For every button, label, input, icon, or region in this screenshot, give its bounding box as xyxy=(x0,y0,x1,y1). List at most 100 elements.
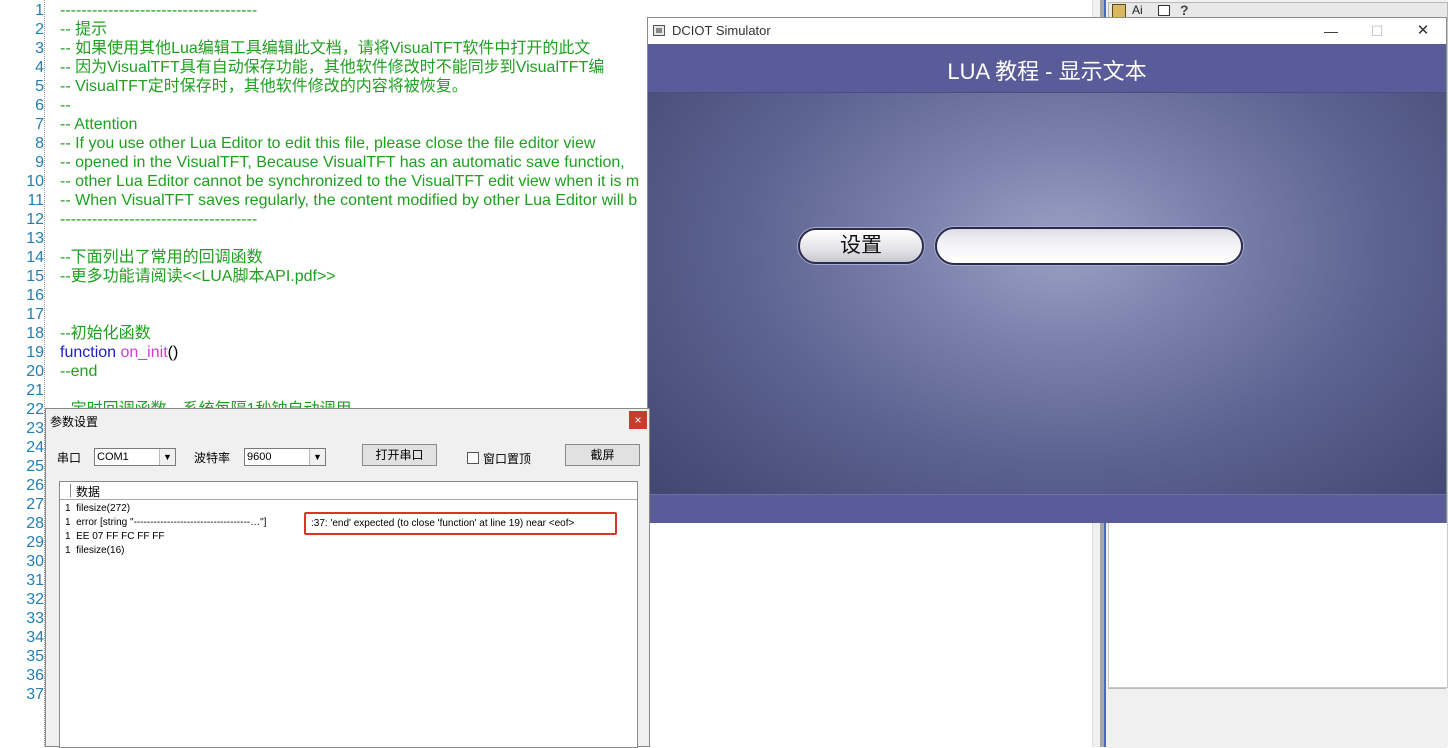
line-number: 24 xyxy=(26,439,44,456)
screen-footer xyxy=(648,494,1446,523)
code-token: --更多功能请阅读<<LUA脚本API.pdf>> xyxy=(60,268,336,285)
log-column-header[interactable]: 数据 xyxy=(60,482,637,500)
pin-window-checkbox[interactable] xyxy=(467,452,479,464)
line-number: 34 xyxy=(26,629,44,646)
code-token: -- other Lua Editor cannot be synchroniz… xyxy=(60,173,640,190)
line-number: 26 xyxy=(26,477,44,494)
code-token: -- When VisualTFT saves regularly, the c… xyxy=(60,192,638,209)
code-line[interactable]: -- other Lua Editor cannot be synchroniz… xyxy=(60,172,639,191)
line-number: 36 xyxy=(26,667,44,684)
line-number: 30 xyxy=(26,553,44,570)
code-line[interactable]: -- When VisualTFT saves regularly, the c… xyxy=(60,191,637,210)
port-label: 串口 xyxy=(57,451,82,465)
code-line[interactable]: -- xyxy=(60,96,71,115)
code-token: --end xyxy=(60,363,98,380)
code-token: -- opened in the VisualTFT, Because Visu… xyxy=(60,154,625,171)
window-title: DCIOT Simulator xyxy=(672,23,771,38)
line-number: 29 xyxy=(26,534,44,551)
code-line[interactable]: -- 如果使用其他Lua编辑工具编辑此文档，请将VisualTFT软件中打开的此… xyxy=(60,39,590,58)
log-line[interactable]: 1 error [string "-----------------------… xyxy=(65,516,266,530)
code-line[interactable]: -- opened in the VisualTFT, Because Visu… xyxy=(60,153,625,172)
code-token: -- 提示 xyxy=(60,21,108,38)
line-number: 16 xyxy=(26,287,44,304)
line-number: 27 xyxy=(26,496,44,513)
code-line[interactable]: --end xyxy=(60,362,97,381)
open-port-button[interactable]: 打开串口 xyxy=(362,444,437,466)
code-line[interactable]: ------------------------------------- xyxy=(60,210,257,229)
screen-header: LUA 教程 - 显示文本 xyxy=(648,44,1446,93)
line-number: 5 xyxy=(35,78,44,95)
pin-window-label: 窗口置顶 xyxy=(483,452,532,466)
simulator-screen: LUA 教程 - 显示文本 设置 xyxy=(648,44,1446,523)
text-display-field[interactable] xyxy=(935,227,1243,265)
line-number: 37 xyxy=(26,686,44,703)
chevron-down-icon: ▼ xyxy=(309,449,325,465)
code-line[interactable]: --初始化函数 xyxy=(60,324,151,343)
line-number: 10 xyxy=(26,173,44,190)
parameter-settings-dialog: 参数设置 × 串口 COM1 ▼ 波特率 9600 ▼ 打开串口 窗口置顶 截屏… xyxy=(45,408,650,748)
code-token: -- 如果使用其他Lua编辑工具编辑此文档，请将VisualTFT软件中打开的此… xyxy=(60,40,591,57)
code-token: on_init xyxy=(120,344,168,361)
maximize-button[interactable]: ☐ xyxy=(1354,20,1400,42)
code-token: ------------------------------------- xyxy=(60,2,258,19)
code-token: function xyxy=(60,344,121,361)
code-line[interactable]: function on_init() xyxy=(60,343,178,362)
line-number: 12 xyxy=(26,211,44,228)
line-number: 33 xyxy=(26,610,44,627)
line-number: 22 xyxy=(26,401,44,418)
log-header-label: 数据 xyxy=(76,485,101,499)
code-token: -- Attention xyxy=(60,116,138,133)
line-number-gutter: 1 2 3 4 5 6 7 8 9 10 11 12 13 14 15 16 17 18 19 20 21 22 23 24 2… xyxy=(0,0,45,747)
code-token: -- VisualTFT定时保存时，其他软件修改的内容将被恢复。 xyxy=(60,78,468,95)
baud-label: 波特率 xyxy=(194,451,231,465)
line-number: 17 xyxy=(26,306,44,323)
close-button[interactable]: ✕ xyxy=(1400,20,1446,42)
code-line[interactable]: --更多功能请阅读<<LUA脚本API.pdf>> xyxy=(60,267,336,286)
code-line[interactable]: -- Attention xyxy=(60,115,137,134)
line-number: 4 xyxy=(35,59,44,76)
baud-select[interactable]: 9600 ▼ xyxy=(244,448,326,466)
line-number: 13 xyxy=(26,230,44,247)
log-line[interactable]: 1 EE 07 FF FC FF FF xyxy=(65,530,164,544)
code-token: -- 因为VisualTFT具有自动保存功能，其他软件修改时不能同步到Visua… xyxy=(60,59,605,76)
line-number: 1 xyxy=(35,2,44,19)
set-button[interactable]: 设置 xyxy=(798,228,924,264)
code-token: () xyxy=(167,344,179,361)
code-token: --初始化函数 xyxy=(60,325,151,342)
line-number: 8 xyxy=(35,135,44,152)
text-tool-icon[interactable]: Ai xyxy=(1132,3,1143,17)
line-number: 28 xyxy=(26,515,44,532)
code-token: -- xyxy=(60,97,71,114)
log-line[interactable]: 1 filesize(272) xyxy=(65,502,130,516)
line-number: 6 xyxy=(35,97,44,114)
code-line[interactable]: --下面列出了常用的回调函数 xyxy=(60,248,263,267)
code-line[interactable]: -- If you use other Lua Editor to edit t… xyxy=(60,134,595,153)
line-number: 32 xyxy=(26,591,44,608)
error-message: :37: 'end' expected (to close 'function'… xyxy=(311,518,575,529)
line-number: 23 xyxy=(26,420,44,437)
line-number: 31 xyxy=(26,572,44,589)
minimize-button[interactable]: — xyxy=(1308,20,1354,42)
line-number: 21 xyxy=(26,382,44,399)
line-number: 19 xyxy=(26,344,44,361)
tree-icon[interactable] xyxy=(1112,4,1126,18)
baud-value: 9600 xyxy=(247,451,272,463)
code-line[interactable]: -- VisualTFT定时保存时，其他软件修改的内容将被恢复。 xyxy=(60,77,468,96)
code-line[interactable]: -- 因为VisualTFT具有自动保存功能，其他软件修改时不能同步到Visua… xyxy=(60,58,604,77)
port-select[interactable]: COM1 ▼ xyxy=(94,448,176,466)
simulator-titlebar[interactable]: DCIOT Simulator — ☐ ✕ xyxy=(648,18,1446,44)
line-number: 25 xyxy=(26,458,44,475)
code-line[interactable]: -- 提示 xyxy=(60,20,107,39)
line-number: 20 xyxy=(26,363,44,380)
code-line[interactable]: ------------------------------------- xyxy=(60,1,257,20)
screenshot-button[interactable]: 截屏 xyxy=(565,444,640,466)
dialog-close-button[interactable]: × xyxy=(629,411,647,429)
properties-panel xyxy=(1108,688,1446,748)
line-number: 2 xyxy=(35,21,44,38)
line-number: 9 xyxy=(35,154,44,171)
column-divider xyxy=(70,484,71,497)
log-line[interactable]: 1 filesize(16) xyxy=(65,544,124,558)
image-tool-icon[interactable] xyxy=(1158,5,1170,16)
help-icon[interactable]: ? xyxy=(1180,2,1189,18)
line-number: 3 xyxy=(35,40,44,57)
